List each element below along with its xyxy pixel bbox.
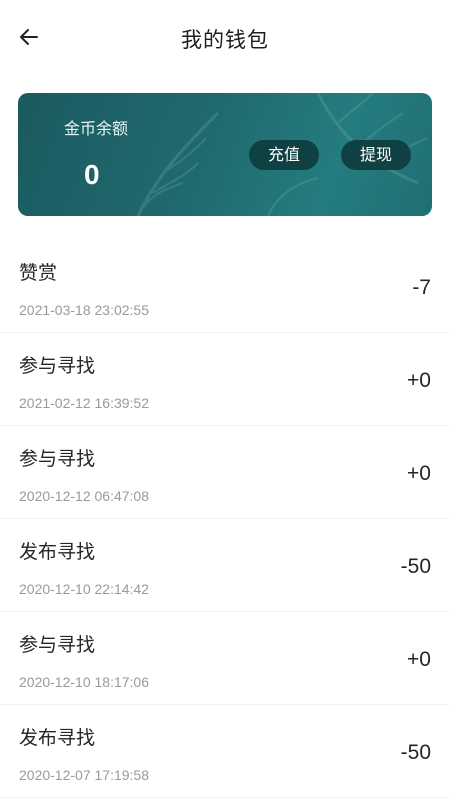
transaction-time: 2020-12-10 22:14:42 <box>19 581 149 597</box>
transaction-amount: -50 <box>400 555 431 578</box>
transaction-row[interactable]: 参与寻找 2020-12-12 06:47:08 +0 <box>0 426 450 519</box>
balance-label: 金币余额 <box>64 119 129 138</box>
wallet-page: 我的钱包 金币余额 0 充值 提现 赞赏 2021-03-18 23:02:55… <box>0 0 450 800</box>
transaction-amount: +0 <box>407 648 431 671</box>
header: 我的钱包 <box>0 0 450 76</box>
balance-value: 0 <box>84 159 100 190</box>
transaction-time: 2020-12-07 17:19:58 <box>19 767 149 783</box>
transaction-title: 发布寻找 <box>19 541 96 563</box>
transaction-time: 2020-12-12 06:47:08 <box>19 488 149 504</box>
transaction-row[interactable]: 参与寻找 2021-02-12 16:39:52 +0 <box>0 333 450 426</box>
transaction-time: 2021-02-12 16:39:52 <box>19 395 149 411</box>
transaction-title: 参与寻找 <box>19 355 96 377</box>
transaction-amount: -50 <box>400 741 431 764</box>
transaction-time: 2020-12-10 18:17:06 <box>19 674 149 690</box>
withdraw-button[interactable]: 提现 <box>341 140 411 170</box>
transaction-amount: +0 <box>407 462 431 485</box>
transaction-title: 参与寻找 <box>19 634 96 656</box>
transaction-title: 参与寻找 <box>19 448 96 470</box>
transaction-row[interactable]: 发布寻找 2020-12-10 22:14:42 -50 <box>0 519 450 612</box>
page-title: 我的钱包 <box>181 28 269 52</box>
transaction-list: 赞赏 2021-03-18 23:02:55 -7 参与寻找 2021-02-1… <box>0 240 450 798</box>
recharge-button[interactable]: 充值 <box>249 140 319 170</box>
transaction-title: 发布寻找 <box>19 727 96 749</box>
transaction-time: 2021-03-18 23:02:55 <box>19 302 149 318</box>
transaction-row[interactable]: 发布寻找 2020-12-07 17:19:58 -50 <box>0 705 450 798</box>
transaction-amount: -7 <box>412 276 431 299</box>
transaction-title: 赞赏 <box>19 262 58 284</box>
transaction-amount: +0 <box>407 369 431 392</box>
transaction-row[interactable]: 赞赏 2021-03-18 23:02:55 -7 <box>0 240 450 333</box>
transaction-row[interactable]: 参与寻找 2020-12-10 18:17:06 +0 <box>0 612 450 705</box>
wallet-card: 金币余额 0 充值 提现 <box>18 93 432 216</box>
